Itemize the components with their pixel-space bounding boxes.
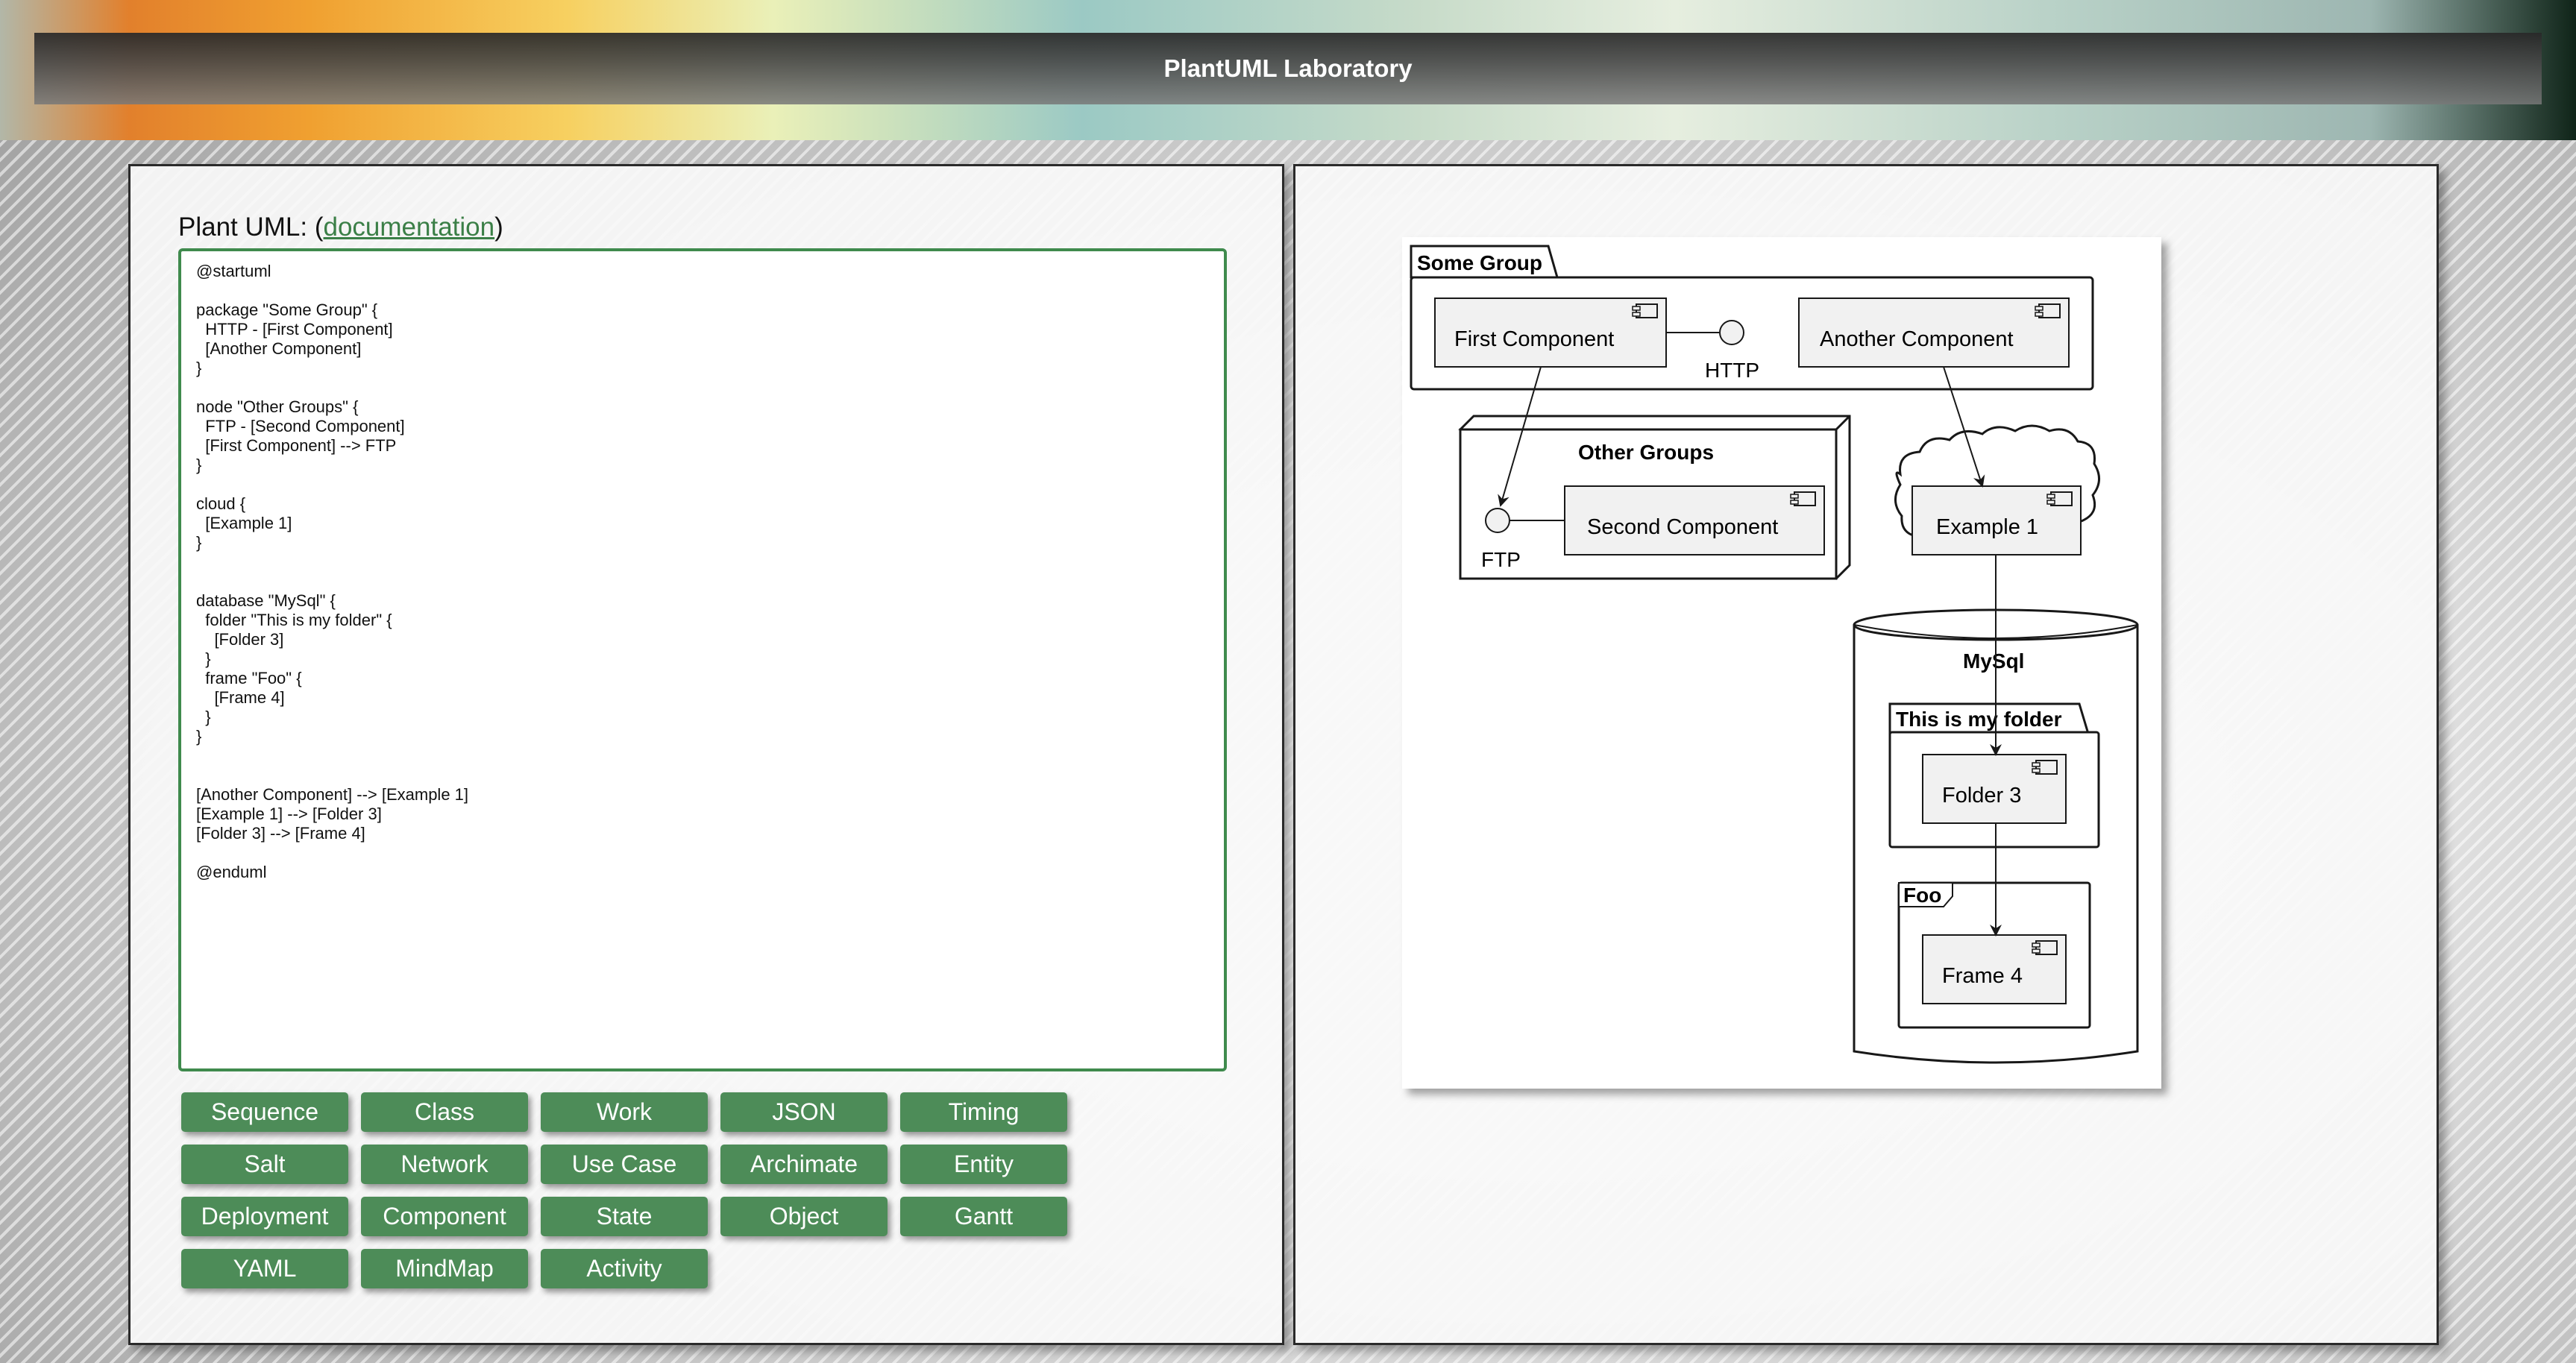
mysql-label: MySql bbox=[1963, 649, 2024, 673]
entity-button[interactable]: Entity bbox=[900, 1145, 1067, 1184]
second-component-label: Second Component bbox=[1587, 515, 1778, 539]
json-button[interactable]: JSON bbox=[720, 1092, 888, 1132]
component-button[interactable]: Component bbox=[361, 1197, 528, 1236]
gantt-button[interactable]: Gantt bbox=[900, 1197, 1067, 1236]
diagram-svg: Some Group First Component HTTP Another … bbox=[1410, 245, 2139, 1064]
editor-label: Plant UML: (documentation) bbox=[178, 213, 503, 242]
http-interface bbox=[1719, 320, 1744, 345]
diagram-type-buttons: Sequence Class Work JSON Timing Salt Net… bbox=[181, 1092, 1067, 1288]
component-first: First Component bbox=[1434, 298, 1667, 368]
ftp-label: FTP bbox=[1481, 548, 1521, 571]
plantuml-code-editor[interactable]: @startuml package "Some Group" { HTTP - … bbox=[178, 248, 1227, 1071]
frame4-label: Frame 4 bbox=[1942, 964, 2023, 988]
component-folder3: Folder 3 bbox=[1922, 754, 2067, 824]
other-groups-label: Other Groups bbox=[1578, 441, 1714, 464]
folder-label: This is my folder bbox=[1896, 708, 2062, 731]
first-component-label: First Component bbox=[1454, 327, 1614, 351]
deployment-button[interactable]: Deployment bbox=[181, 1197, 348, 1236]
network-button[interactable]: Network bbox=[361, 1145, 528, 1184]
http-label: HTTP bbox=[1705, 359, 1759, 382]
another-component-label: Another Component bbox=[1820, 327, 2014, 351]
documentation-link[interactable]: documentation bbox=[324, 213, 495, 242]
use-case-button[interactable]: Use Case bbox=[541, 1145, 708, 1184]
editor-panel: Plant UML: (documentation) @startuml pac… bbox=[128, 164, 1284, 1345]
salt-button[interactable]: Salt bbox=[181, 1145, 348, 1184]
mindmap-button[interactable]: MindMap bbox=[361, 1249, 528, 1288]
foo-label: Foo bbox=[1903, 884, 1941, 907]
example1-label: Example 1 bbox=[1936, 515, 2038, 539]
app-title: PlantUML Laboratory bbox=[1163, 54, 1413, 82]
editor-label-prefix: Plant UML: ( bbox=[178, 213, 324, 242]
state-button[interactable]: State bbox=[541, 1197, 708, 1236]
class-button[interactable]: Class bbox=[361, 1092, 528, 1132]
sequence-button[interactable]: Sequence bbox=[181, 1092, 348, 1132]
timing-button[interactable]: Timing bbox=[900, 1092, 1067, 1132]
component-frame4: Frame 4 bbox=[1922, 934, 2067, 1004]
rendered-diagram: Some Group First Component HTTP Another … bbox=[1402, 237, 2161, 1089]
folder3-label: Folder 3 bbox=[1942, 784, 2021, 808]
component-another: Another Component bbox=[1798, 298, 2070, 368]
editor-label-suffix: ) bbox=[494, 213, 503, 242]
ftp-interface bbox=[1485, 508, 1510, 533]
app-title-bar: PlantUML Laboratory bbox=[34, 33, 2542, 104]
activity-button[interactable]: Activity bbox=[541, 1249, 708, 1288]
object-button[interactable]: Object bbox=[720, 1197, 888, 1236]
yaml-button[interactable]: YAML bbox=[181, 1249, 348, 1288]
component-example1: Example 1 bbox=[1911, 485, 2082, 555]
work-button[interactable]: Work bbox=[541, 1092, 708, 1132]
some-group-label: Some Group bbox=[1417, 251, 1542, 274]
archimate-button[interactable]: Archimate bbox=[720, 1145, 888, 1184]
component-second: Second Component bbox=[1564, 485, 1825, 555]
